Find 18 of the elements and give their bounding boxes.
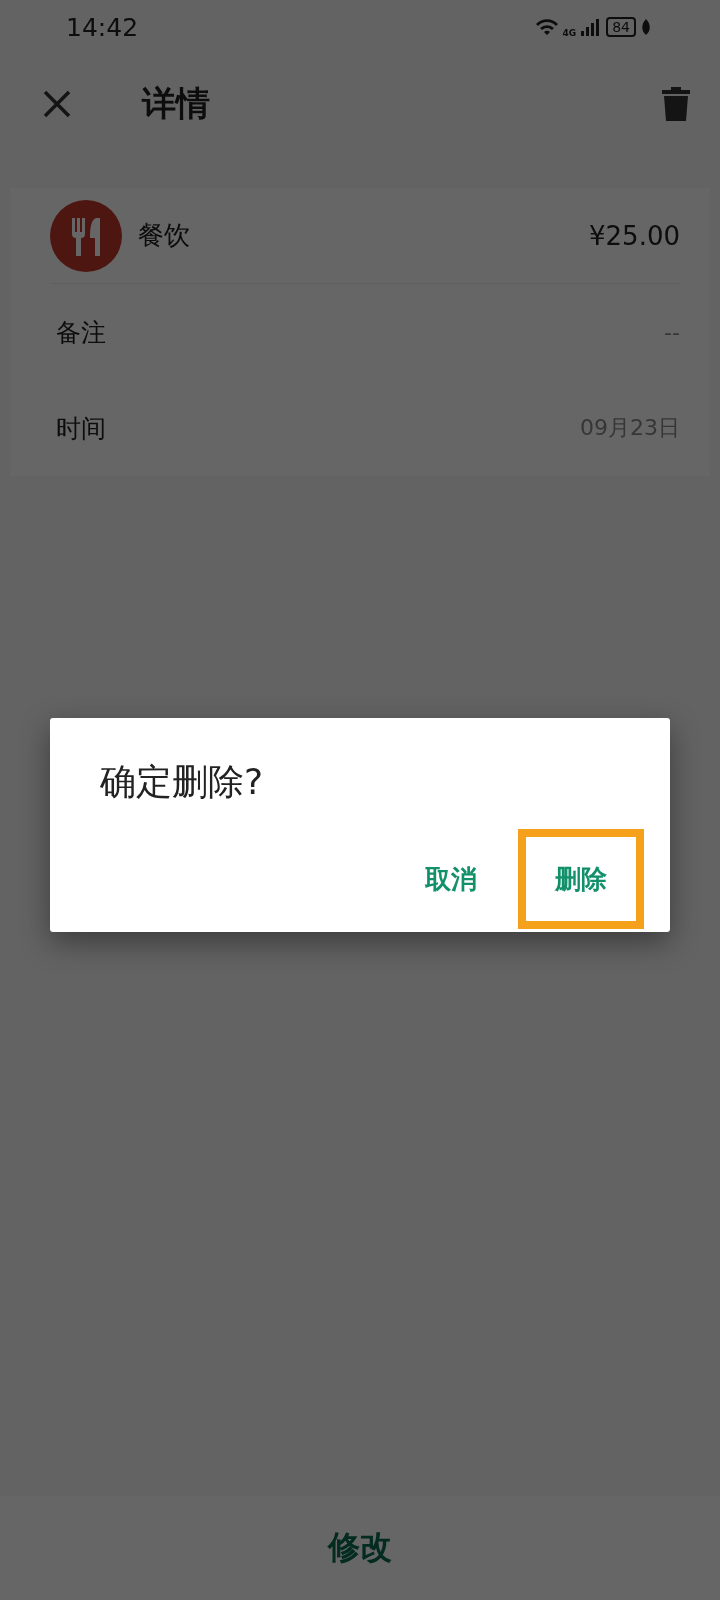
close-icon[interactable] (42, 89, 72, 119)
field-label: 备注 (56, 316, 106, 349)
wifi-icon (534, 17, 559, 37)
amount-value: ¥25.00 (589, 220, 680, 251)
category-label: 餐饮 (138, 219, 190, 252)
edit-button[interactable]: 修改 (318, 1522, 402, 1574)
status-time: 14:42 (66, 12, 139, 42)
leaf-icon (640, 18, 652, 36)
battery-indicator: 84 (606, 17, 636, 37)
network-label: 4G (562, 28, 577, 38)
field-label: 时间 (56, 412, 106, 445)
page-title: 详情 (142, 82, 210, 125)
dialog-title: 确定删除? (100, 760, 265, 804)
fork-knife-icon (50, 199, 122, 272)
dialog-button[interactable]: 取消 (413, 853, 489, 905)
trash-icon[interactable] (662, 87, 690, 121)
dialog-button[interactable]: 删除 (543, 853, 619, 905)
field-value: -- (664, 319, 680, 345)
